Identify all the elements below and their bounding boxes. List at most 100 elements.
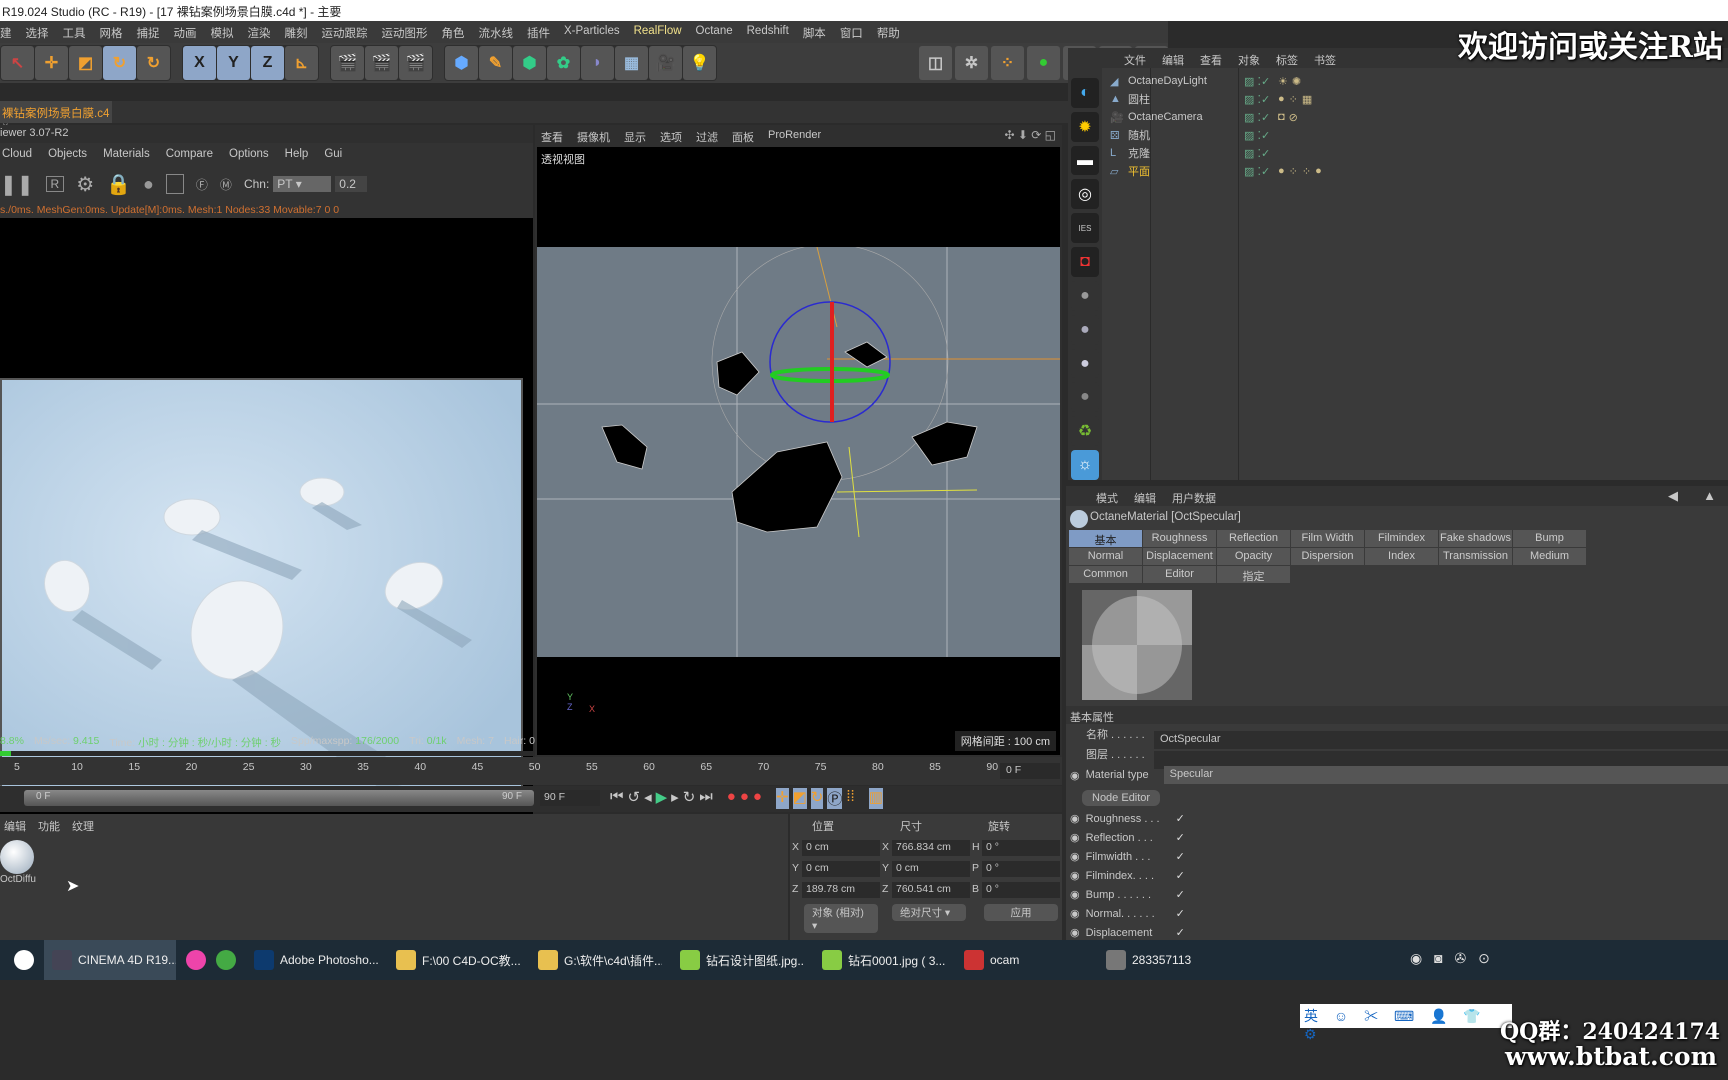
material-tab[interactable]: Reflection	[1217, 530, 1290, 547]
menu-item-13[interactable]: 插件	[527, 25, 550, 43]
recent-tool-icon[interactable]: ↻	[137, 46, 170, 80]
channel-checkbox[interactable]: ✓	[1176, 850, 1185, 863]
document-tab[interactable]: 裸钻案例场景白膜.c4 ×	[0, 101, 112, 133]
menu-item-12[interactable]: 流水线	[479, 25, 514, 43]
radio-icon[interactable]: ◉	[1070, 769, 1080, 782]
region-icon[interactable]	[165, 174, 184, 194]
visibility-toggle[interactable]: ▨ ⁚✓	[1244, 165, 1274, 178]
next-frame-icon[interactable]: ▸	[671, 788, 679, 809]
live-viewer-menu-item[interactable]: Gui	[324, 148, 342, 162]
viewport-canvas[interactable]: 透视视图 YZX 网格间距 : 100 cm	[537, 147, 1060, 755]
snap-icon[interactable]: ⁘	[991, 46, 1024, 80]
material-tab[interactable]: Fake shadows	[1439, 530, 1512, 547]
apply-button[interactable]: 应用	[984, 904, 1058, 921]
object-row[interactable]: ◢ OctaneDayLight ▨ ⁚✓ ☀ ✺	[1110, 72, 1720, 90]
object-row[interactable]: ⚄ 随机 ▨ ⁚✓	[1110, 126, 1720, 144]
ime-language[interactable]: 英	[1304, 1008, 1324, 1024]
material-tab[interactable]: Normal	[1069, 548, 1142, 565]
frame-range-slider[interactable]: 0 F 90 F	[24, 790, 534, 806]
coord-pos-field[interactable]: 0 cm	[802, 840, 880, 856]
channel-checkbox[interactable]: ✓	[1176, 907, 1185, 920]
material-tab[interactable]: Medium	[1513, 548, 1586, 565]
render-view-icon[interactable]: 🎬	[331, 46, 364, 80]
taskbar-item[interactable]: 283357113	[1098, 940, 1230, 980]
channel-checkbox[interactable]: ✓	[1176, 926, 1185, 939]
subdivision-icon[interactable]: ⬢	[513, 46, 546, 80]
taskbar-item[interactable]: G:\软件\c4d\插件...	[530, 940, 662, 980]
render-picture-viewer-icon[interactable]: 🎬	[365, 46, 398, 80]
material-tab[interactable]: Index	[1365, 548, 1438, 565]
material-tab[interactable]: Roughness	[1143, 530, 1216, 547]
node-editor-button[interactable]: Node Editor	[1082, 790, 1161, 806]
attribute-manager-menu-item[interactable]: 模式	[1096, 490, 1118, 505]
object-tag-icon[interactable]: ⁘	[1289, 165, 1298, 178]
lock-icon[interactable]: 🔒	[106, 172, 131, 197]
menu-item-5[interactable]: 动画	[174, 25, 197, 43]
viewport-menu-item[interactable]: 显示	[624, 129, 646, 144]
scale-tool-icon[interactable]: ◩	[69, 46, 102, 80]
timeline-ruler[interactable]: 0 F 5 10 15 20 25 30 35 40 45 50 55 60 65 70 75 80 85 90	[0, 757, 1062, 785]
octane-icon[interactable]: ◫	[919, 46, 952, 80]
material-sphere-1-icon[interactable]: ●	[1071, 280, 1099, 311]
menu-item-9[interactable]: 运动跟踪	[322, 25, 368, 43]
octane-contrast-icon[interactable]: ◐	[1071, 78, 1099, 108]
key-position-icon[interactable]: ✛	[775, 788, 789, 809]
coord-rot-field[interactable]: 0 °	[982, 861, 1060, 877]
channel-checkbox[interactable]: ✓	[1176, 831, 1185, 844]
ime-toolbar[interactable]: 英 ☺ ✂ ⌨ 👤 👕 ⚙	[1300, 1004, 1512, 1042]
material-tab[interactable]: 指定	[1217, 566, 1290, 583]
coord-size-field[interactable]: 760.541 cm	[892, 882, 970, 898]
pause-icon[interactable]: ❚❚	[0, 172, 34, 197]
object-tag-icon[interactable]: ☀	[1278, 75, 1288, 88]
visibility-toggle[interactable]: ▨ ⁚✓	[1244, 111, 1274, 124]
cloner-icon[interactable]: ✿	[547, 46, 580, 80]
menu-item-18[interactable]: 脚本	[803, 25, 826, 43]
menu-item-17[interactable]: Redshift	[747, 25, 789, 43]
material-sphere-2-icon[interactable]: ●	[1071, 314, 1099, 345]
radio-icon[interactable]: ◉	[1070, 888, 1080, 901]
area-light-icon[interactable]: ▬	[1071, 145, 1099, 176]
key-param-icon[interactable]: Ⓟ	[827, 788, 843, 809]
prev-frame-icon[interactable]: ◂	[644, 788, 652, 809]
live-viewer-menu-item[interactable]: Compare	[166, 148, 213, 162]
channel-number-field[interactable]: 0.2	[335, 176, 368, 192]
go-to-start-icon[interactable]: ⏮	[610, 788, 624, 809]
viewport-menu-item[interactable]: 查看	[541, 129, 563, 144]
material-sphere-icon[interactable]: ●	[143, 174, 154, 195]
attribute-manager-menu-item[interactable]: 用户数据	[1172, 490, 1216, 505]
material-tab[interactable]: Dispersion	[1291, 548, 1364, 565]
material-tab[interactable]: Editor	[1143, 566, 1216, 583]
nav-up-icon[interactable]: ▲	[1703, 488, 1716, 503]
menu-item-2[interactable]: 工具	[63, 25, 86, 43]
material-type-select[interactable]: Specular	[1163, 766, 1728, 784]
material-swatch[interactable]: OctDiffu	[0, 840, 36, 890]
material-pick-icon[interactable]: Ⓜ	[220, 176, 232, 193]
coord-rot-field[interactable]: 0 °	[982, 840, 1060, 856]
coordinate-system-icon[interactable]: ⊾	[285, 46, 318, 80]
visibility-toggle[interactable]: ▨ ⁚✓	[1244, 93, 1274, 106]
material-tab[interactable]: Filmindex	[1365, 530, 1438, 547]
visibility-toggle[interactable]: ▨ ⁚✓	[1244, 75, 1274, 88]
object-manager-menu-item[interactable]: 查看	[1200, 52, 1222, 67]
live-viewer-menu-item[interactable]: Cloud	[2, 148, 32, 162]
timeline-window-icon[interactable]: ▥	[868, 788, 883, 809]
menu-item-0[interactable]: 建	[0, 25, 12, 43]
radio-icon[interactable]: ◉	[1070, 907, 1080, 920]
menu-item-20[interactable]: 帮助	[877, 25, 900, 43]
object-tag-icon[interactable]: ◘	[1278, 111, 1285, 123]
channel-checkbox[interactable]: ✓	[1176, 888, 1185, 901]
material-menu-item[interactable]: 纹理	[72, 818, 94, 834]
size-mode-select[interactable]: 绝对尺寸 ▾	[892, 904, 966, 921]
sky-icon[interactable]: ☼	[1071, 450, 1099, 480]
move-tool-icon[interactable]: ✛	[35, 46, 68, 80]
channel-select[interactable]: PT ▾	[273, 176, 332, 192]
select-tool-icon[interactable]: ↖	[1, 46, 34, 80]
camera-red-icon[interactable]: ◘	[1071, 247, 1099, 277]
object-tag-icon[interactable]: ●	[1278, 165, 1285, 177]
menu-item-16[interactable]: Octane	[696, 25, 733, 43]
menu-item-3[interactable]: 网格	[100, 25, 123, 43]
material-tab[interactable]: Film Width	[1291, 530, 1364, 547]
gear-icon[interactable]: ✲	[955, 46, 988, 80]
taskbar-item[interactable]: CINEMA 4D R19....	[44, 940, 176, 980]
floor-icon[interactable]: ▦	[615, 46, 648, 80]
